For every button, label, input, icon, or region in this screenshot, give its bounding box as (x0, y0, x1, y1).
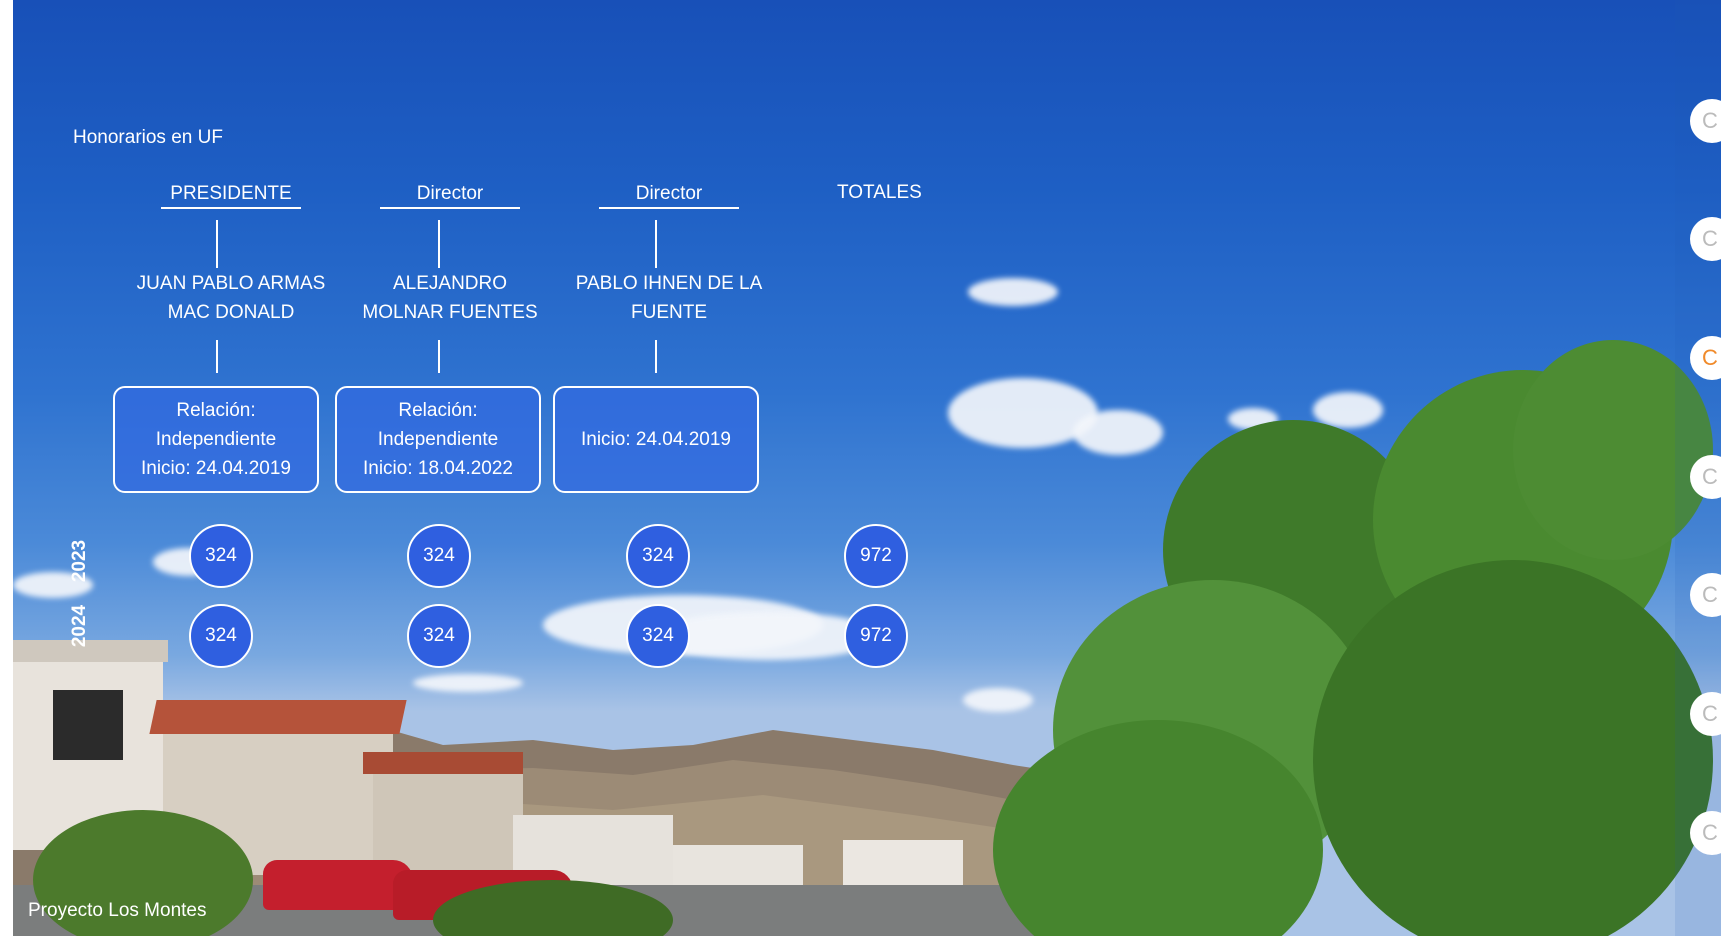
nav-dot-glyph: C (1702, 701, 1718, 726)
relation-box: Inicio: 24.04.2019 (553, 386, 759, 493)
connector-line (216, 220, 218, 268)
nav-dot-glyph: C (1702, 226, 1718, 251)
relation-label: Relación: (176, 400, 256, 421)
slide-background: Honorarios en UF PRESIDENTE JUAN PABLO A… (13, 0, 1721, 936)
connector-line (438, 220, 440, 268)
cloud (1313, 392, 1383, 428)
person-name-line: PABLO IHNEN DE LA (575, 273, 763, 294)
connector-line (438, 340, 440, 373)
role-director: Director (599, 183, 739, 209)
person-name-line: FUENTE (631, 302, 707, 323)
nav-dot-glyph: C (1702, 582, 1718, 607)
connector-line (655, 220, 657, 268)
nav-dot-glyph: C (1702, 345, 1718, 370)
photo-caption: Proyecto Los Montes (28, 900, 207, 921)
role-president: PRESIDENTE (161, 183, 301, 209)
start-date: Inicio: 18.04.2022 (362, 458, 513, 479)
relation-type: Independiente (155, 429, 277, 450)
totals-label: TOTALES (837, 182, 922, 203)
person-name-line: JUAN PABLO ARMAS (136, 273, 326, 294)
house-window (53, 690, 123, 760)
person-name: ALEJANDRO MOLNAR FUENTES (345, 269, 555, 327)
relation-box: Relación: Independiente Inicio: 18.04.20… (335, 386, 541, 493)
fee-bubble-2023: 324 (626, 524, 690, 588)
connector-line (216, 340, 218, 373)
nav-dot-glyph: C (1702, 108, 1718, 133)
red-car (263, 860, 413, 910)
person-name-line: MAC DONALD (167, 302, 295, 323)
relation-box: Relación: Independiente Inicio: 24.04.20… (113, 386, 319, 493)
nav-dot-glyph: C (1702, 464, 1718, 489)
house-roof (363, 752, 523, 774)
total-bubble-2023: 972 (844, 524, 908, 588)
fee-bubble-2023: 324 (407, 524, 471, 588)
fee-bubble-2023: 324 (189, 524, 253, 588)
fee-bubble-2024: 324 (626, 604, 690, 668)
nav-dot-glyph: C (1702, 820, 1718, 845)
person-name-line: ALEJANDRO (392, 273, 508, 294)
house-roof (149, 700, 407, 734)
fee-bubble-2024: 324 (407, 604, 471, 668)
relation-label: Relación: (398, 400, 478, 421)
total-bubble-2024: 972 (844, 604, 908, 668)
year-label-2024: 2024 (69, 604, 91, 648)
start-date: Inicio: 24.04.2019 (580, 429, 731, 450)
tree (1313, 560, 1713, 936)
person-name: JUAN PABLO ARMAS MAC DONALD (126, 269, 336, 327)
person-name-line: MOLNAR FUENTES (362, 302, 538, 323)
section-title: Honorarios en UF (73, 127, 223, 148)
start-date: Inicio: 24.04.2019 (140, 458, 291, 479)
fee-bubble-2024: 324 (189, 604, 253, 668)
house (373, 765, 523, 875)
relation-type: Independiente (377, 429, 499, 450)
role-director: Director (380, 183, 520, 209)
cloud (1073, 410, 1163, 455)
connector-line (655, 340, 657, 373)
cloud (968, 278, 1058, 306)
person-name: PABLO IHNEN DE LA FUENTE (564, 269, 774, 327)
year-label-2023: 2023 (69, 539, 91, 583)
